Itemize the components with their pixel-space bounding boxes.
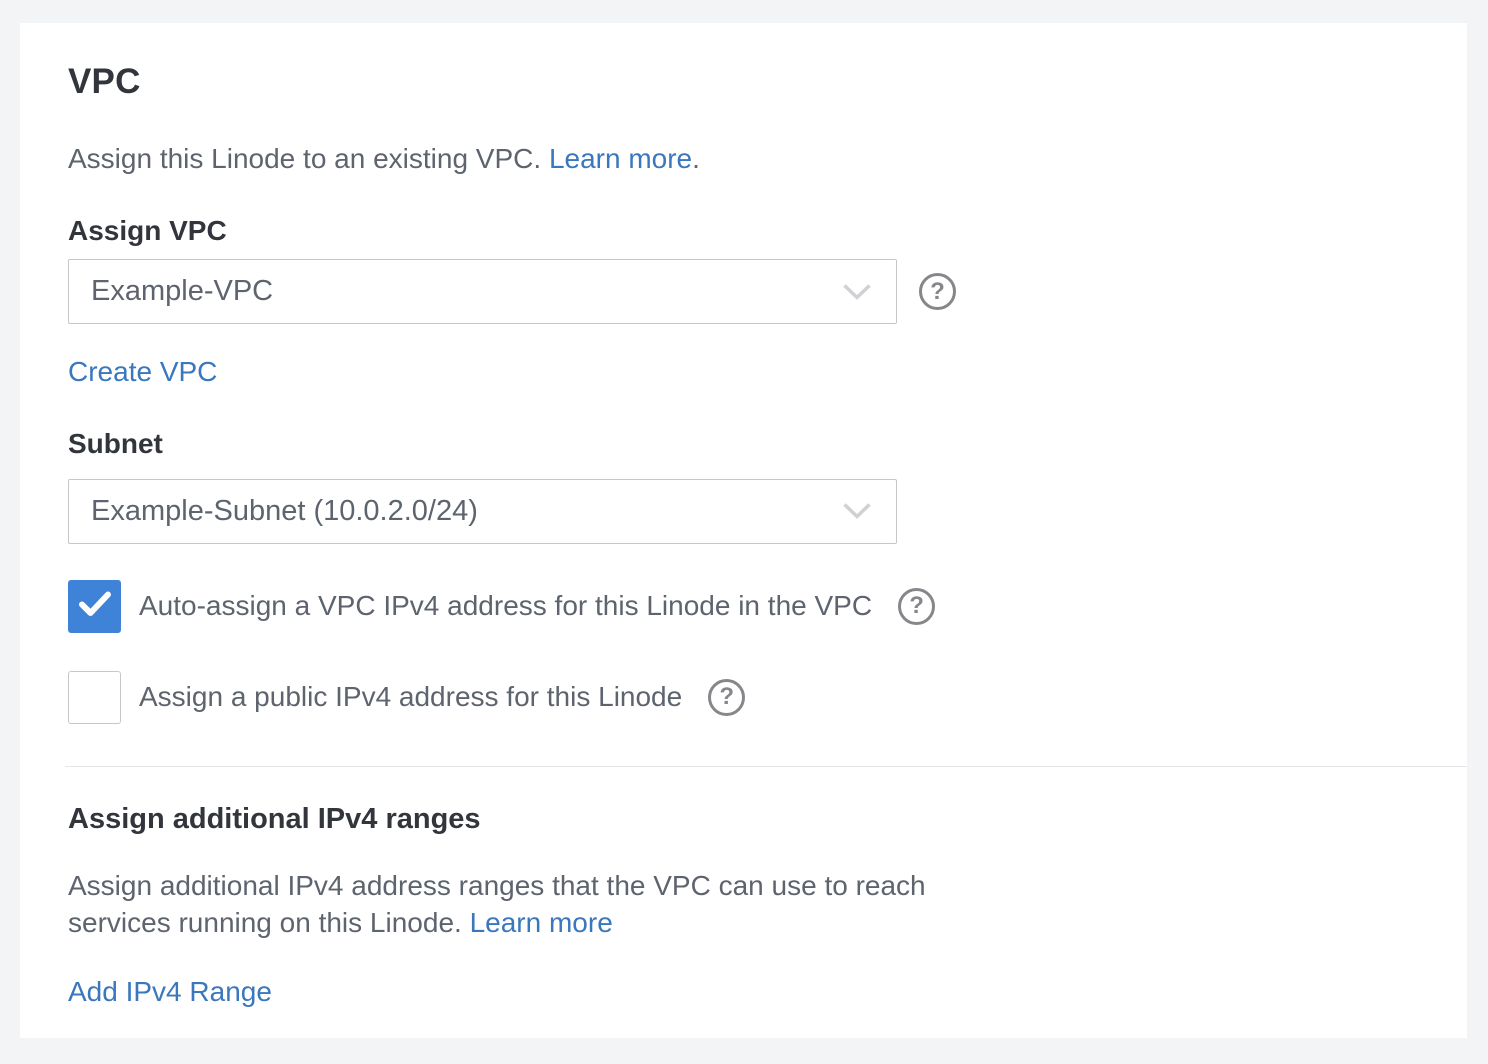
learn-more-link[interactable]: Learn more bbox=[549, 143, 692, 174]
section-divider bbox=[65, 766, 1467, 767]
intro-text: Assign this Linode to an existing VPC. L… bbox=[68, 141, 1419, 178]
intro-text-suffix: . bbox=[692, 143, 700, 174]
additional-ranges-description: Assign additional IPv4 address ranges th… bbox=[68, 868, 1013, 942]
add-ipv4-range-row: Add IPv4 Range bbox=[68, 974, 1419, 1011]
public-ip-help-icon[interactable]: ? bbox=[708, 679, 745, 716]
chevron-down-icon bbox=[842, 283, 872, 301]
ranges-learn-more-link[interactable]: Learn more bbox=[470, 907, 613, 938]
checkmark-icon bbox=[79, 591, 111, 622]
additional-ranges-heading: Assign additional IPv4 ranges bbox=[68, 803, 1419, 836]
assign-vpc-select-value: Example-VPC bbox=[91, 275, 273, 308]
auto-assign-row: Auto-assign a VPC IPv4 address for this … bbox=[68, 580, 1419, 633]
create-vpc-row: Create VPC bbox=[68, 354, 1419, 391]
subnet-select-row: Example-Subnet (10.0.2.0/24) bbox=[68, 479, 1419, 544]
vpc-heading: VPC bbox=[68, 63, 1419, 101]
create-vpc-link[interactable]: Create VPC bbox=[68, 356, 217, 387]
auto-assign-checkbox[interactable] bbox=[68, 580, 121, 633]
assign-vpc-help-icon[interactable]: ? bbox=[919, 273, 956, 310]
subnet-select-value: Example-Subnet (10.0.2.0/24) bbox=[91, 495, 478, 528]
assign-vpc-label: Assign VPC bbox=[68, 214, 1419, 248]
auto-assign-label: Auto-assign a VPC IPv4 address for this … bbox=[139, 590, 872, 622]
add-ipv4-range-link[interactable]: Add IPv4 Range bbox=[68, 976, 272, 1007]
public-ip-label: Assign a public IPv4 address for this Li… bbox=[139, 681, 682, 713]
public-ip-row: Assign a public IPv4 address for this Li… bbox=[68, 671, 1419, 724]
assign-vpc-select-row: Example-VPC ? bbox=[68, 259, 1419, 324]
subnet-label: Subnet bbox=[68, 427, 1419, 461]
assign-vpc-select[interactable]: Example-VPC bbox=[68, 259, 897, 324]
public-ip-checkbox[interactable] bbox=[68, 671, 121, 724]
intro-text-main: Assign this Linode to an existing VPC. bbox=[68, 143, 549, 174]
auto-assign-help-icon[interactable]: ? bbox=[898, 588, 935, 625]
subnet-select[interactable]: Example-Subnet (10.0.2.0/24) bbox=[68, 479, 897, 544]
vpc-panel: VPC Assign this Linode to an existing VP… bbox=[20, 23, 1467, 1038]
chevron-down-icon bbox=[842, 502, 872, 520]
